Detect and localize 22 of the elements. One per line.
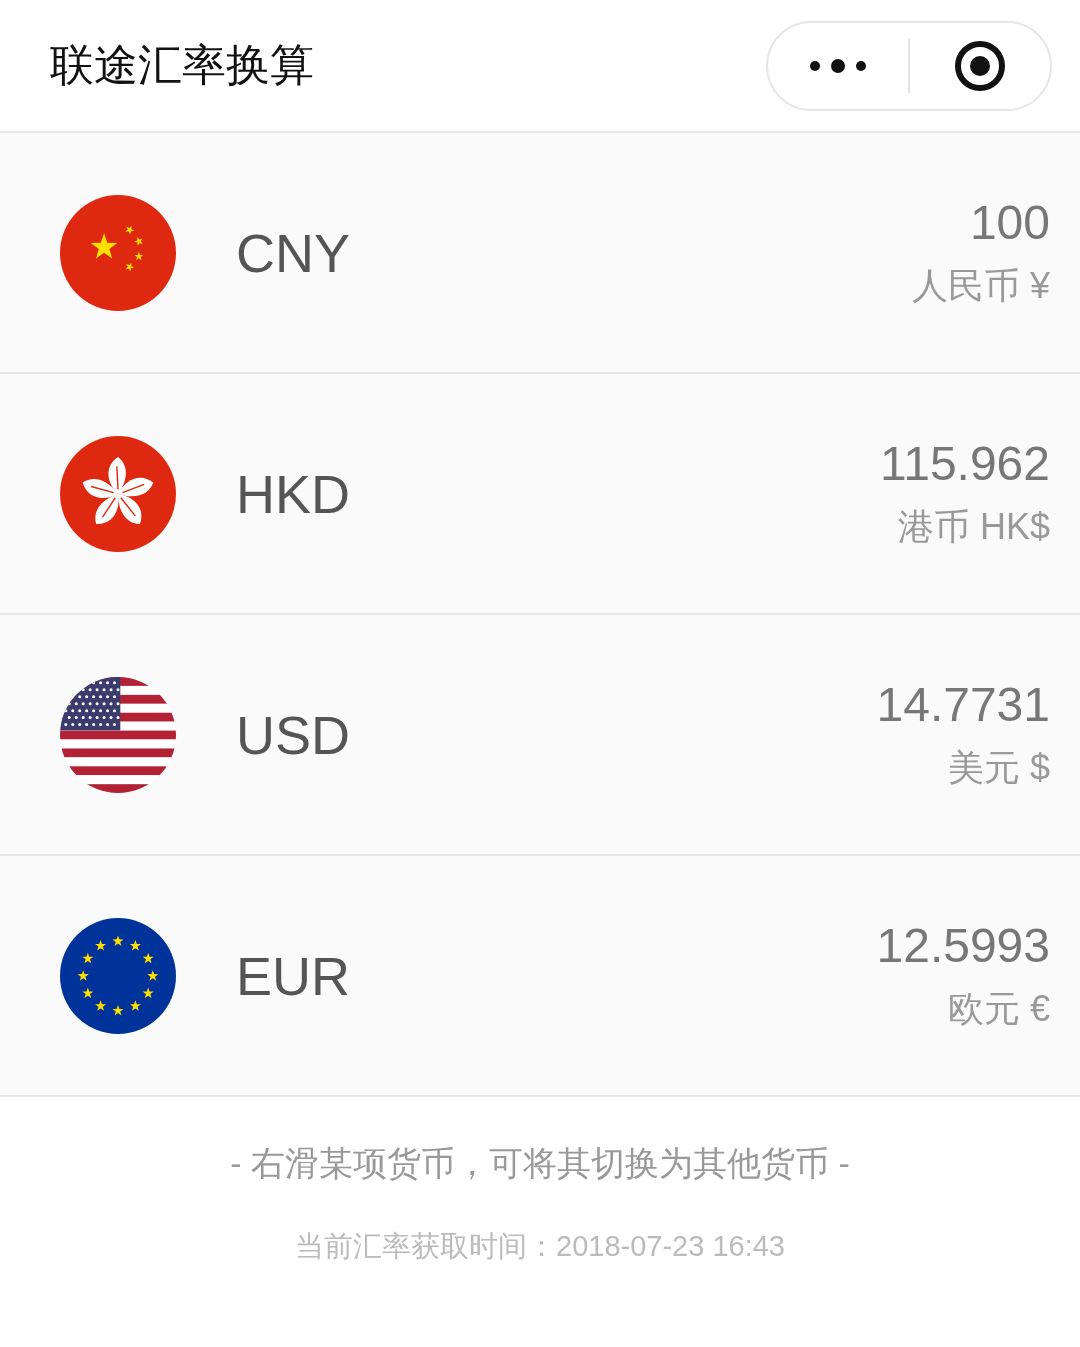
currency-row[interactable]: USD 14.7731 美元 $ (0, 615, 1080, 856)
currency-name: 美元 $ (947, 745, 1050, 790)
flag-icon (60, 676, 176, 793)
currency-name: 人民币 ¥ (911, 263, 1050, 308)
close-icon[interactable] (953, 38, 1007, 93)
currency-code: CNY (236, 221, 351, 284)
currency-code: EUR (236, 944, 351, 1007)
currency-row[interactable]: EUR 12.5993 欧元 € (0, 856, 1080, 1097)
currency-amount: 14.7731 (876, 676, 1050, 732)
currency-amount: 12.5993 (876, 917, 1050, 973)
currency-row[interactable]: CNY 100 人民币 ¥ (0, 133, 1080, 374)
window-title: 联途汇率换算 (50, 39, 314, 91)
update-time: 当前汇率获取时间：2018-07-23 16:43 (295, 1229, 785, 1264)
more-icon[interactable] (808, 58, 868, 73)
currency-name: 欧元 € (947, 986, 1050, 1031)
currency-row[interactable]: HKD 115.962 港币 HK$ (0, 374, 1080, 615)
currency-amount: 115.962 (880, 435, 1050, 491)
currency-amount: 100 (969, 194, 1050, 250)
currency-code: HKD (236, 462, 351, 525)
currency-code: USD (236, 703, 351, 766)
swipe-hint: - 右滑某项货币，可将其切换为其他货币 - (230, 1143, 850, 1184)
currency-name: 港币 HK$ (897, 504, 1050, 549)
